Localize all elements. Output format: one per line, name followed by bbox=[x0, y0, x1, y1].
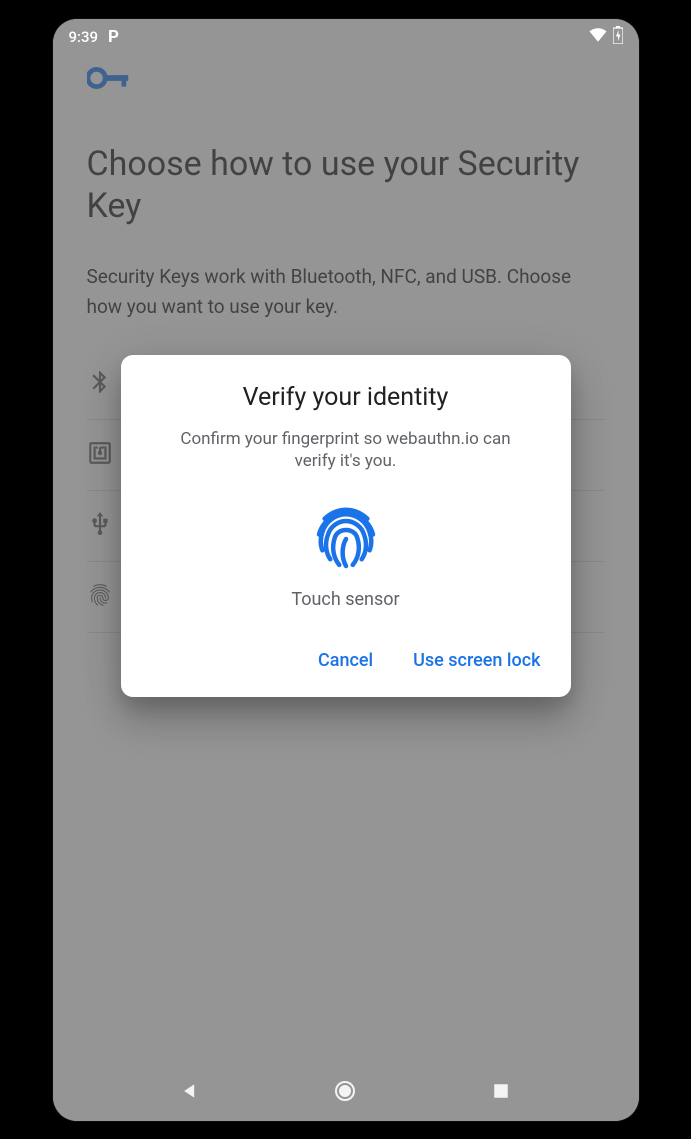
dialog-actions: Cancel Use screen lock bbox=[145, 644, 547, 677]
navigation-bar bbox=[53, 1061, 639, 1121]
battery-icon bbox=[613, 26, 623, 48]
wifi-icon bbox=[589, 28, 607, 46]
recents-button[interactable] bbox=[489, 1079, 513, 1103]
verify-identity-dialog: Verify your identity Confirm your finger… bbox=[121, 355, 571, 698]
cancel-button[interactable]: Cancel bbox=[316, 644, 375, 677]
back-button[interactable] bbox=[178, 1079, 202, 1103]
dialog-message: Confirm your fingerprint so webauthn.io … bbox=[145, 428, 547, 474]
device-frame: Choose how to use your Security Key Secu… bbox=[53, 19, 639, 1121]
status-bar: 9:39 P bbox=[53, 19, 639, 55]
sensor-hint: Touch sensor bbox=[145, 589, 547, 610]
home-button[interactable] bbox=[333, 1079, 357, 1103]
use-screen-lock-button[interactable]: Use screen lock bbox=[411, 644, 542, 677]
p-icon: P bbox=[108, 27, 119, 47]
fingerprint-icon bbox=[310, 503, 382, 575]
clock: 9:39 bbox=[69, 28, 99, 46]
dialog-title: Verify your identity bbox=[145, 383, 547, 412]
